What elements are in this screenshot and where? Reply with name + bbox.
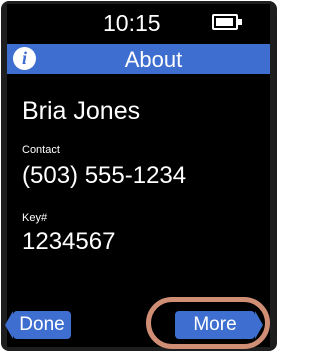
more-highlight-ring (146, 297, 270, 349)
device-frame: 10:15 i About Bria Jones Contact (503) 5… (1, 1, 277, 351)
battery-level (216, 18, 233, 26)
title-bar: i About (7, 44, 270, 74)
battery-terminal (238, 19, 242, 25)
done-button[interactable]: Done (5, 311, 71, 339)
battery-icon (212, 14, 242, 30)
key-number: 1234567 (22, 228, 116, 255)
screen: 10:15 i About Bria Jones Contact (503) 5… (5, 4, 270, 347)
key-label: Key# (22, 212, 48, 224)
contact-label: Contact (22, 144, 60, 156)
contact-name: Bria Jones (22, 97, 141, 125)
status-bar: 10:15 (7, 4, 270, 38)
clock: 10:15 (103, 10, 161, 36)
contact-phone: (503) 555-1234 (22, 162, 187, 189)
page-title: About (124, 47, 183, 72)
